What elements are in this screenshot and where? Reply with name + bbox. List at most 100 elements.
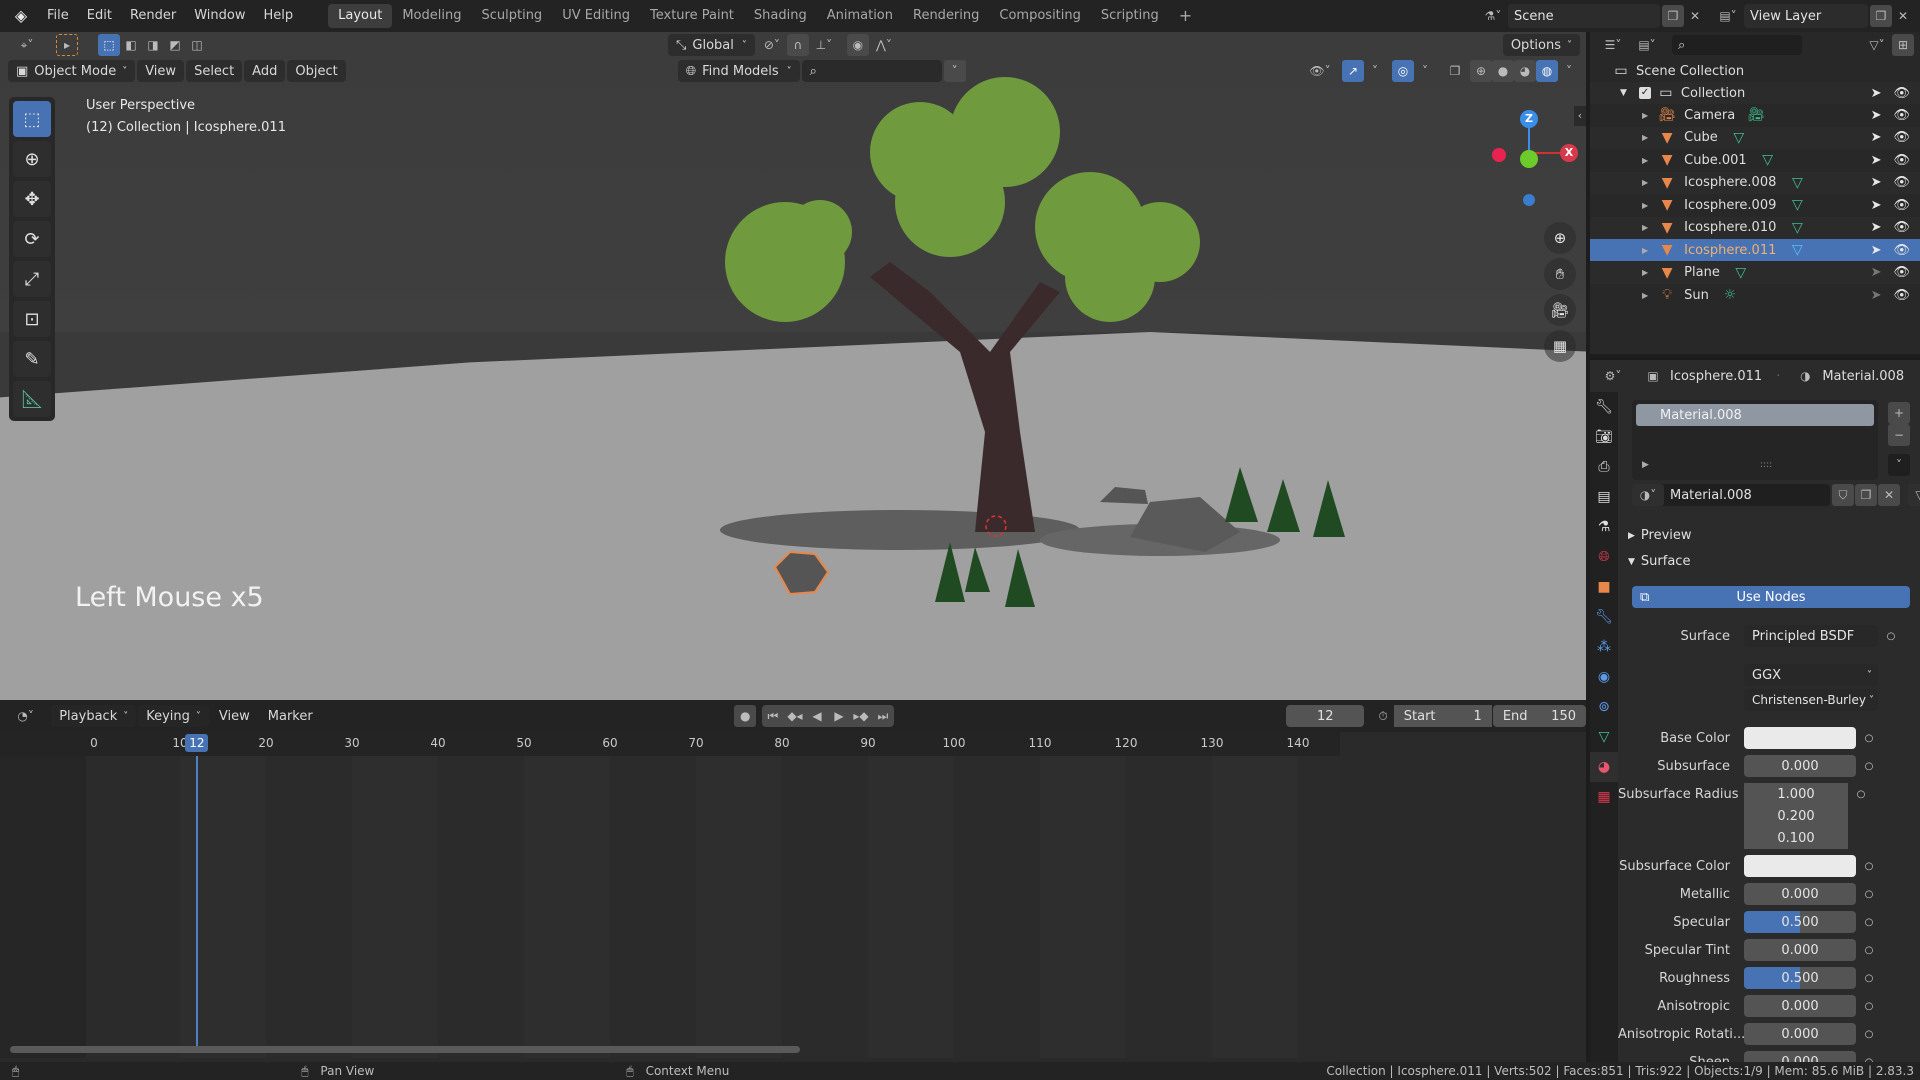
eye-icon[interactable]: 👁︎ [1893, 175, 1910, 190]
tab-render[interactable]: 📷︎ [1590, 422, 1618, 452]
tab-modifiers[interactable]: 🔧︎ [1590, 602, 1618, 632]
tab-particles[interactable]: ⁂ [1590, 632, 1618, 662]
expand-arrow-icon[interactable]: ▶ [1642, 156, 1648, 165]
snap-target-icon[interactable]: ⊥˅ [809, 34, 839, 56]
value-slider[interactable]: 0.500 [1744, 967, 1856, 989]
transform-tool[interactable]: ⊡ [13, 301, 51, 337]
new-scene-icon[interactable]: ❐ [1662, 5, 1684, 27]
tab-texture-paint[interactable]: Texture Paint [640, 4, 744, 28]
mesh-data-icon[interactable]: ▽ [1788, 219, 1806, 237]
cursor-tool[interactable]: ⊕ [13, 141, 51, 177]
outliner-item-icosphere-011[interactable]: ▶ ▼ Icosphere.011 ▽ ➤ 👁︎ [1590, 239, 1920, 261]
value-slider[interactable]: 1.000 [1744, 783, 1848, 805]
keying-menu[interactable]: Keying ˅ [138, 705, 209, 727]
value-slider[interactable]: 0.000 [1744, 995, 1856, 1017]
socket-link-icon[interactable]: ○ [1860, 861, 1878, 872]
eye-icon[interactable]: 👁︎ [1893, 86, 1910, 101]
find-models-search-input[interactable]: ⌕ [801, 60, 942, 82]
subsurface-method-dropdown[interactable]: Christensen-Burley ˅ [1744, 689, 1878, 711]
mesh-data-icon[interactable]: ▽ [1732, 264, 1750, 282]
menu-help[interactable]: Help [255, 0, 303, 32]
select-mode-intersect-icon[interactable]: ◫ [186, 34, 208, 56]
selectable-arrow-icon[interactable]: ➤ [1871, 220, 1882, 235]
selectable-arrow-icon[interactable]: ➤ [1871, 243, 1882, 258]
socket-link-icon[interactable]: ○ [1852, 789, 1870, 800]
selectable-arrow-icon[interactable]: ➤ [1871, 265, 1882, 280]
select-mode-new-icon[interactable]: ⬚ [98, 34, 120, 56]
axis-x[interactable]: X [1560, 144, 1578, 162]
slot-specials-icon[interactable]: ˅ [1888, 454, 1910, 476]
prev-keyframe-icon[interactable]: ◆◂ [784, 705, 806, 727]
end-frame-field[interactable]: End 150 [1492, 705, 1586, 727]
tab-rendering[interactable]: Rendering [903, 4, 989, 28]
outliner-item-plane[interactable]: ▶ ▼ Plane ▽ ➤ 👁︎ [1590, 261, 1920, 284]
selectable-arrow-icon[interactable]: ➤ [1871, 153, 1882, 168]
overlays-dropdown-icon[interactable]: ˅ [1414, 60, 1436, 82]
outliner-item-icosphere-010[interactable]: ▶ ▼ Icosphere.010 ▽ ➤ 👁︎ [1590, 216, 1920, 239]
hand-pan-icon[interactable]: ✋︎ [1544, 258, 1576, 290]
timeline-view-menu[interactable]: View [211, 705, 258, 727]
active-tool-icon[interactable]: ▸ [56, 34, 78, 56]
new-view-layer-icon[interactable]: ❐ [1870, 5, 1892, 27]
tab-animation[interactable]: Animation [817, 4, 903, 28]
play-reverse-icon[interactable]: ◀ [806, 705, 828, 727]
tab-object[interactable]: ■ [1590, 572, 1618, 602]
tab-uv-editing[interactable]: UV Editing [552, 4, 640, 28]
outliner-item-cube-001[interactable]: ▶ ▼ Cube.001 ▽ ➤ 👁︎ [1590, 149, 1920, 171]
browse-material-icon[interactable]: ◑˅ [1632, 484, 1664, 506]
unlink-material-icon[interactable]: ✕ [1878, 484, 1900, 506]
menu-edit[interactable]: Edit [78, 0, 121, 32]
distribution-dropdown[interactable]: GGX ˅ [1744, 664, 1878, 686]
select-mode-subtract-icon[interactable]: ◨ [142, 34, 164, 56]
outliner-type-icon[interactable]: ☰˅ [1598, 34, 1628, 56]
menu-render[interactable]: Render [121, 0, 185, 32]
expand-arrow-icon[interactable]: ▶ [1642, 178, 1648, 187]
expand-arrow-icon[interactable]: ▶ [1642, 291, 1648, 300]
color-swatch[interactable] [1744, 727, 1856, 749]
play-icon[interactable]: ▶ [828, 705, 850, 727]
expand-arrow-icon[interactable]: ▶ [1642, 133, 1648, 142]
mesh-data-icon[interactable]: ▽ [1730, 129, 1748, 147]
3d-viewport[interactable]: ⌖˅ ▸ ⬚ ◧ ◨ ◩ ◫ ⤡ Global ˅ ⊘˅ ∩ ⊥˅ ◉ ⋀˅ O… [0, 32, 1586, 700]
outliner-collection[interactable]: ▼ ✓ ▭ Collection ➤ 👁︎ [1590, 82, 1920, 104]
eye-icon[interactable]: 👁︎ [1893, 265, 1910, 280]
shading-rendered-icon[interactable]: ◍ [1536, 60, 1558, 82]
socket-link-icon[interactable]: ○ [1860, 945, 1878, 956]
measure-tool[interactable]: 📐︎ [13, 381, 51, 417]
snap-toggle-icon[interactable]: ∩ [786, 34, 809, 56]
scale-tool[interactable]: ⤢ [13, 261, 51, 297]
view-layer-field[interactable]: View Layer [1744, 4, 1868, 28]
add-workspace-button[interactable]: + [1169, 4, 1202, 28]
zoom-icon[interactable]: ⊕ [1544, 222, 1576, 254]
outliner-item-cube[interactable]: ▶ ▼ Cube ▽ ➤ 👁︎ [1590, 126, 1920, 149]
select-mode-invert-icon[interactable]: ◩ [164, 34, 186, 56]
expand-arrow-icon[interactable]: ▶ [1642, 460, 1649, 470]
select-box-tool[interactable]: ⬚ [13, 101, 51, 137]
menu-window[interactable]: Window [185, 0, 254, 32]
outliner-item-camera[interactable]: ▶ 🎥︎ Camera 🎥︎ ➤ 👁︎ [1590, 104, 1920, 126]
preview-panel-header[interactable]: ▶ Preview [1628, 528, 1692, 543]
axis-z[interactable]: Z [1520, 110, 1538, 128]
mesh-data-icon[interactable]: ▽ [1788, 241, 1806, 259]
selectable-arrow-icon[interactable]: ➤ [1871, 175, 1882, 190]
current-frame-field[interactable]: 12 [1286, 705, 1365, 727]
playhead[interactable]: 12 [185, 734, 209, 752]
eye-icon[interactable]: 👁︎ [1893, 108, 1910, 123]
expand-arrow-icon[interactable]: ▶ [1642, 111, 1648, 120]
outliner-search-input[interactable]: ⌕ [1672, 35, 1802, 55]
value-slider[interactable]: 0.000 [1744, 1023, 1856, 1045]
duplicate-material-icon[interactable]: ❐ [1855, 484, 1877, 506]
eye-icon[interactable]: 👁︎ [1893, 220, 1910, 235]
tool-settings-icon[interactable]: ⌖˅ [12, 34, 42, 56]
camera-data-icon[interactable]: 🎥︎ [1747, 106, 1765, 124]
transform-orientation-dropdown[interactable]: ⤡ Global ˅ [668, 34, 755, 56]
tab-output[interactable]: ⎙ [1590, 452, 1618, 482]
search-dropdown-icon[interactable]: ˅ [943, 60, 966, 82]
tab-material[interactable]: ◕ [1590, 752, 1618, 782]
material-slot-item[interactable]: Material.008 [1636, 404, 1874, 426]
jump-end-icon[interactable]: ⏭ [872, 705, 894, 727]
expand-arrow-icon[interactable]: ▶ [1642, 201, 1648, 210]
rotate-tool[interactable]: ⟳ [13, 221, 51, 257]
proportional-edit-icon[interactable]: ◉ [846, 34, 869, 56]
mesh-data-icon[interactable]: ▽ [1788, 174, 1806, 192]
